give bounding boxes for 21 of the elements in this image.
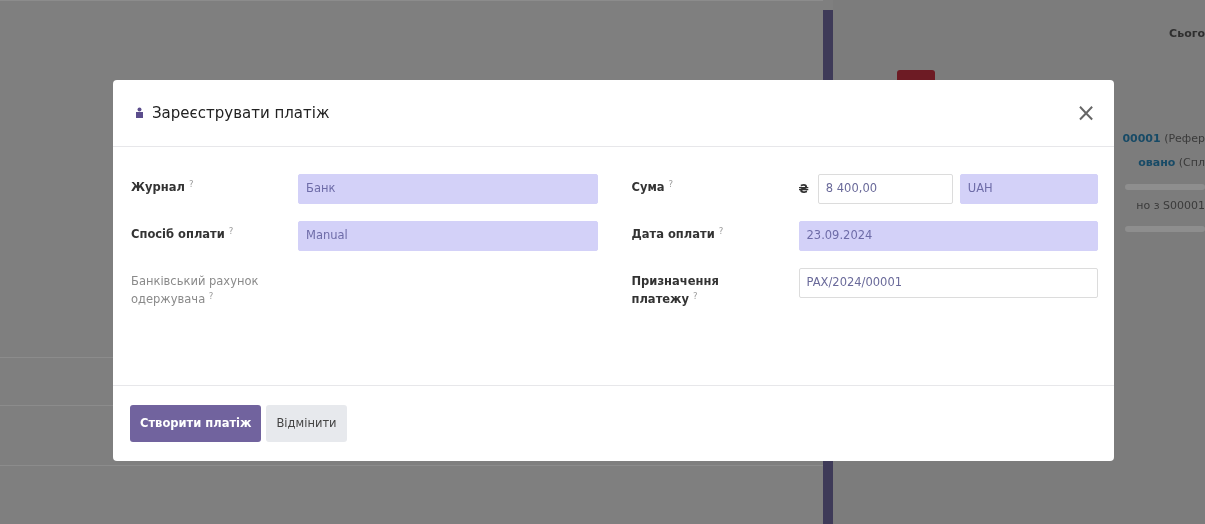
create-payment-button[interactable]: Створити платіж: [130, 405, 262, 442]
field-label: Сума $^{?}$: [631, 177, 675, 196]
log-line: овано (Спл: [1137, 155, 1205, 171]
field-label: Спосіб оплати $^{?}$: [131, 224, 235, 243]
close-button[interactable]: ×: [1075, 101, 1096, 125]
field-label: Журнал $^{?}$: [131, 177, 195, 196]
amount-field[interactable]: 8 400,00: [817, 174, 953, 204]
select-field[interactable]: Manual: [298, 221, 598, 251]
currency-symbol: ₴: [798, 181, 809, 198]
cancel-button[interactable]: Відмінити: [266, 405, 347, 442]
input-field[interactable]: PAX/2024/00001: [798, 268, 1098, 298]
log-line: но з S00001: [1135, 197, 1205, 214]
select-field[interactable]: Банк: [298, 174, 598, 204]
currency-select[interactable]: UAH: [959, 174, 1098, 204]
field-label: Дата оплати $^{?}$: [631, 224, 725, 243]
log-line: 00001 (Рефер: [1121, 130, 1205, 147]
field-label: Призначення платежу $^{?}$: [631, 273, 720, 309]
field-label: Банківський рахунок одержувача $^{?}$: [131, 273, 260, 309]
select-field[interactable]: 23.09.2024: [798, 221, 1098, 251]
panel-heading: Сього: [1168, 26, 1205, 42]
dialog-title: Зареєструвати платіж: [152, 102, 330, 124]
